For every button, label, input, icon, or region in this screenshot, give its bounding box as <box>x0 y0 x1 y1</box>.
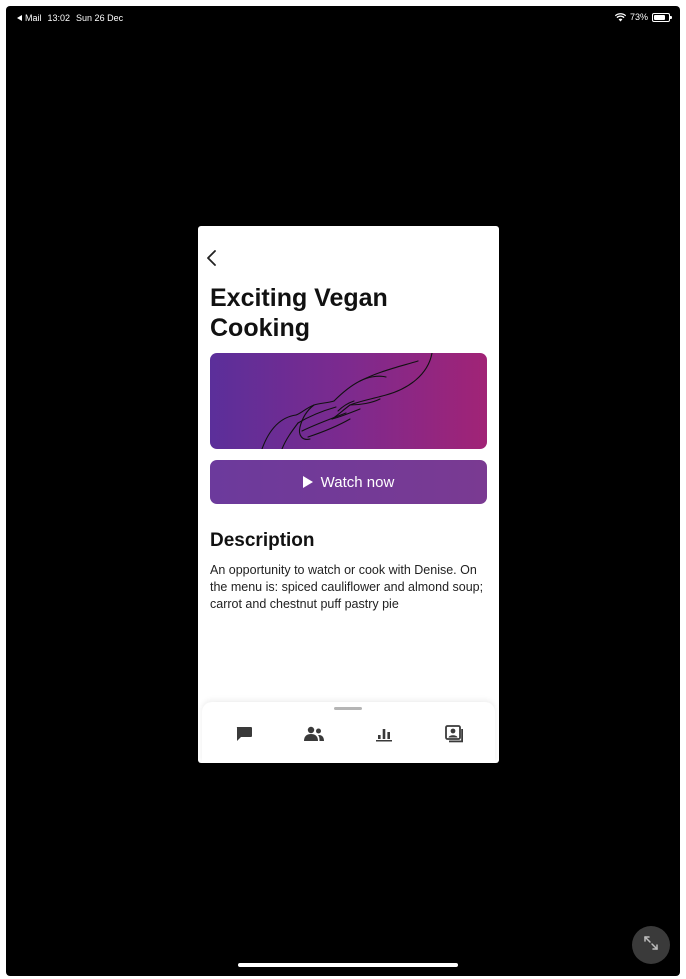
watch-now-label: Watch now <box>320 473 395 491</box>
tablet-screen: Mail 13:02 Sun 26 Dec 73% Exciting Vegan… <box>6 6 680 976</box>
page-title: Exciting Vegan Cooking <box>210 284 388 342</box>
sheet-drag-handle[interactable] <box>334 707 362 710</box>
hands-illustration <box>261 353 433 449</box>
bottom-tab-sheet <box>202 702 495 763</box>
back-arrow-icon <box>17 15 22 21</box>
tab-chat[interactable] <box>230 722 258 746</box>
back-to-app-link[interactable]: Mail <box>17 13 42 23</box>
people-icon <box>303 726 325 742</box>
battery-percentage: 73% <box>629 12 648 22</box>
expand-zoom-button[interactable] <box>632 926 670 964</box>
tab-contacts[interactable] <box>440 722 468 746</box>
tab-people[interactable] <box>300 722 328 746</box>
app-window: Exciting Vegan Cooking Watch now Descrip… <box>198 226 499 763</box>
back-app-label: Mail <box>25 13 42 23</box>
hero-image <box>210 353 487 449</box>
back-chevron-icon[interactable] <box>205 248 219 268</box>
status-right: 73% <box>614 12 672 22</box>
chat-icon <box>235 726 253 742</box>
description-heading: Description <box>210 530 315 551</box>
contact-card-icon <box>444 725 464 743</box>
watch-now-button[interactable]: Watch now <box>210 460 487 504</box>
wifi-icon <box>614 12 626 22</box>
tab-stats[interactable] <box>370 722 398 746</box>
battery-icon <box>652 12 672 22</box>
expand-arrows-icon <box>642 934 660 957</box>
status-date: Sun 26 Dec <box>76 13 124 23</box>
bar-chart-icon <box>375 726 393 742</box>
home-indicator[interactable] <box>238 963 458 967</box>
description-text: An opportunity to watch or cook with Den… <box>210 563 484 611</box>
status-time: 13:02 <box>47 13 71 23</box>
status-bar: Mail 13:02 Sun 26 Dec 73% <box>6 6 680 28</box>
play-icon <box>302 476 313 488</box>
status-left: Mail 13:02 Sun 26 Dec <box>17 13 123 23</box>
